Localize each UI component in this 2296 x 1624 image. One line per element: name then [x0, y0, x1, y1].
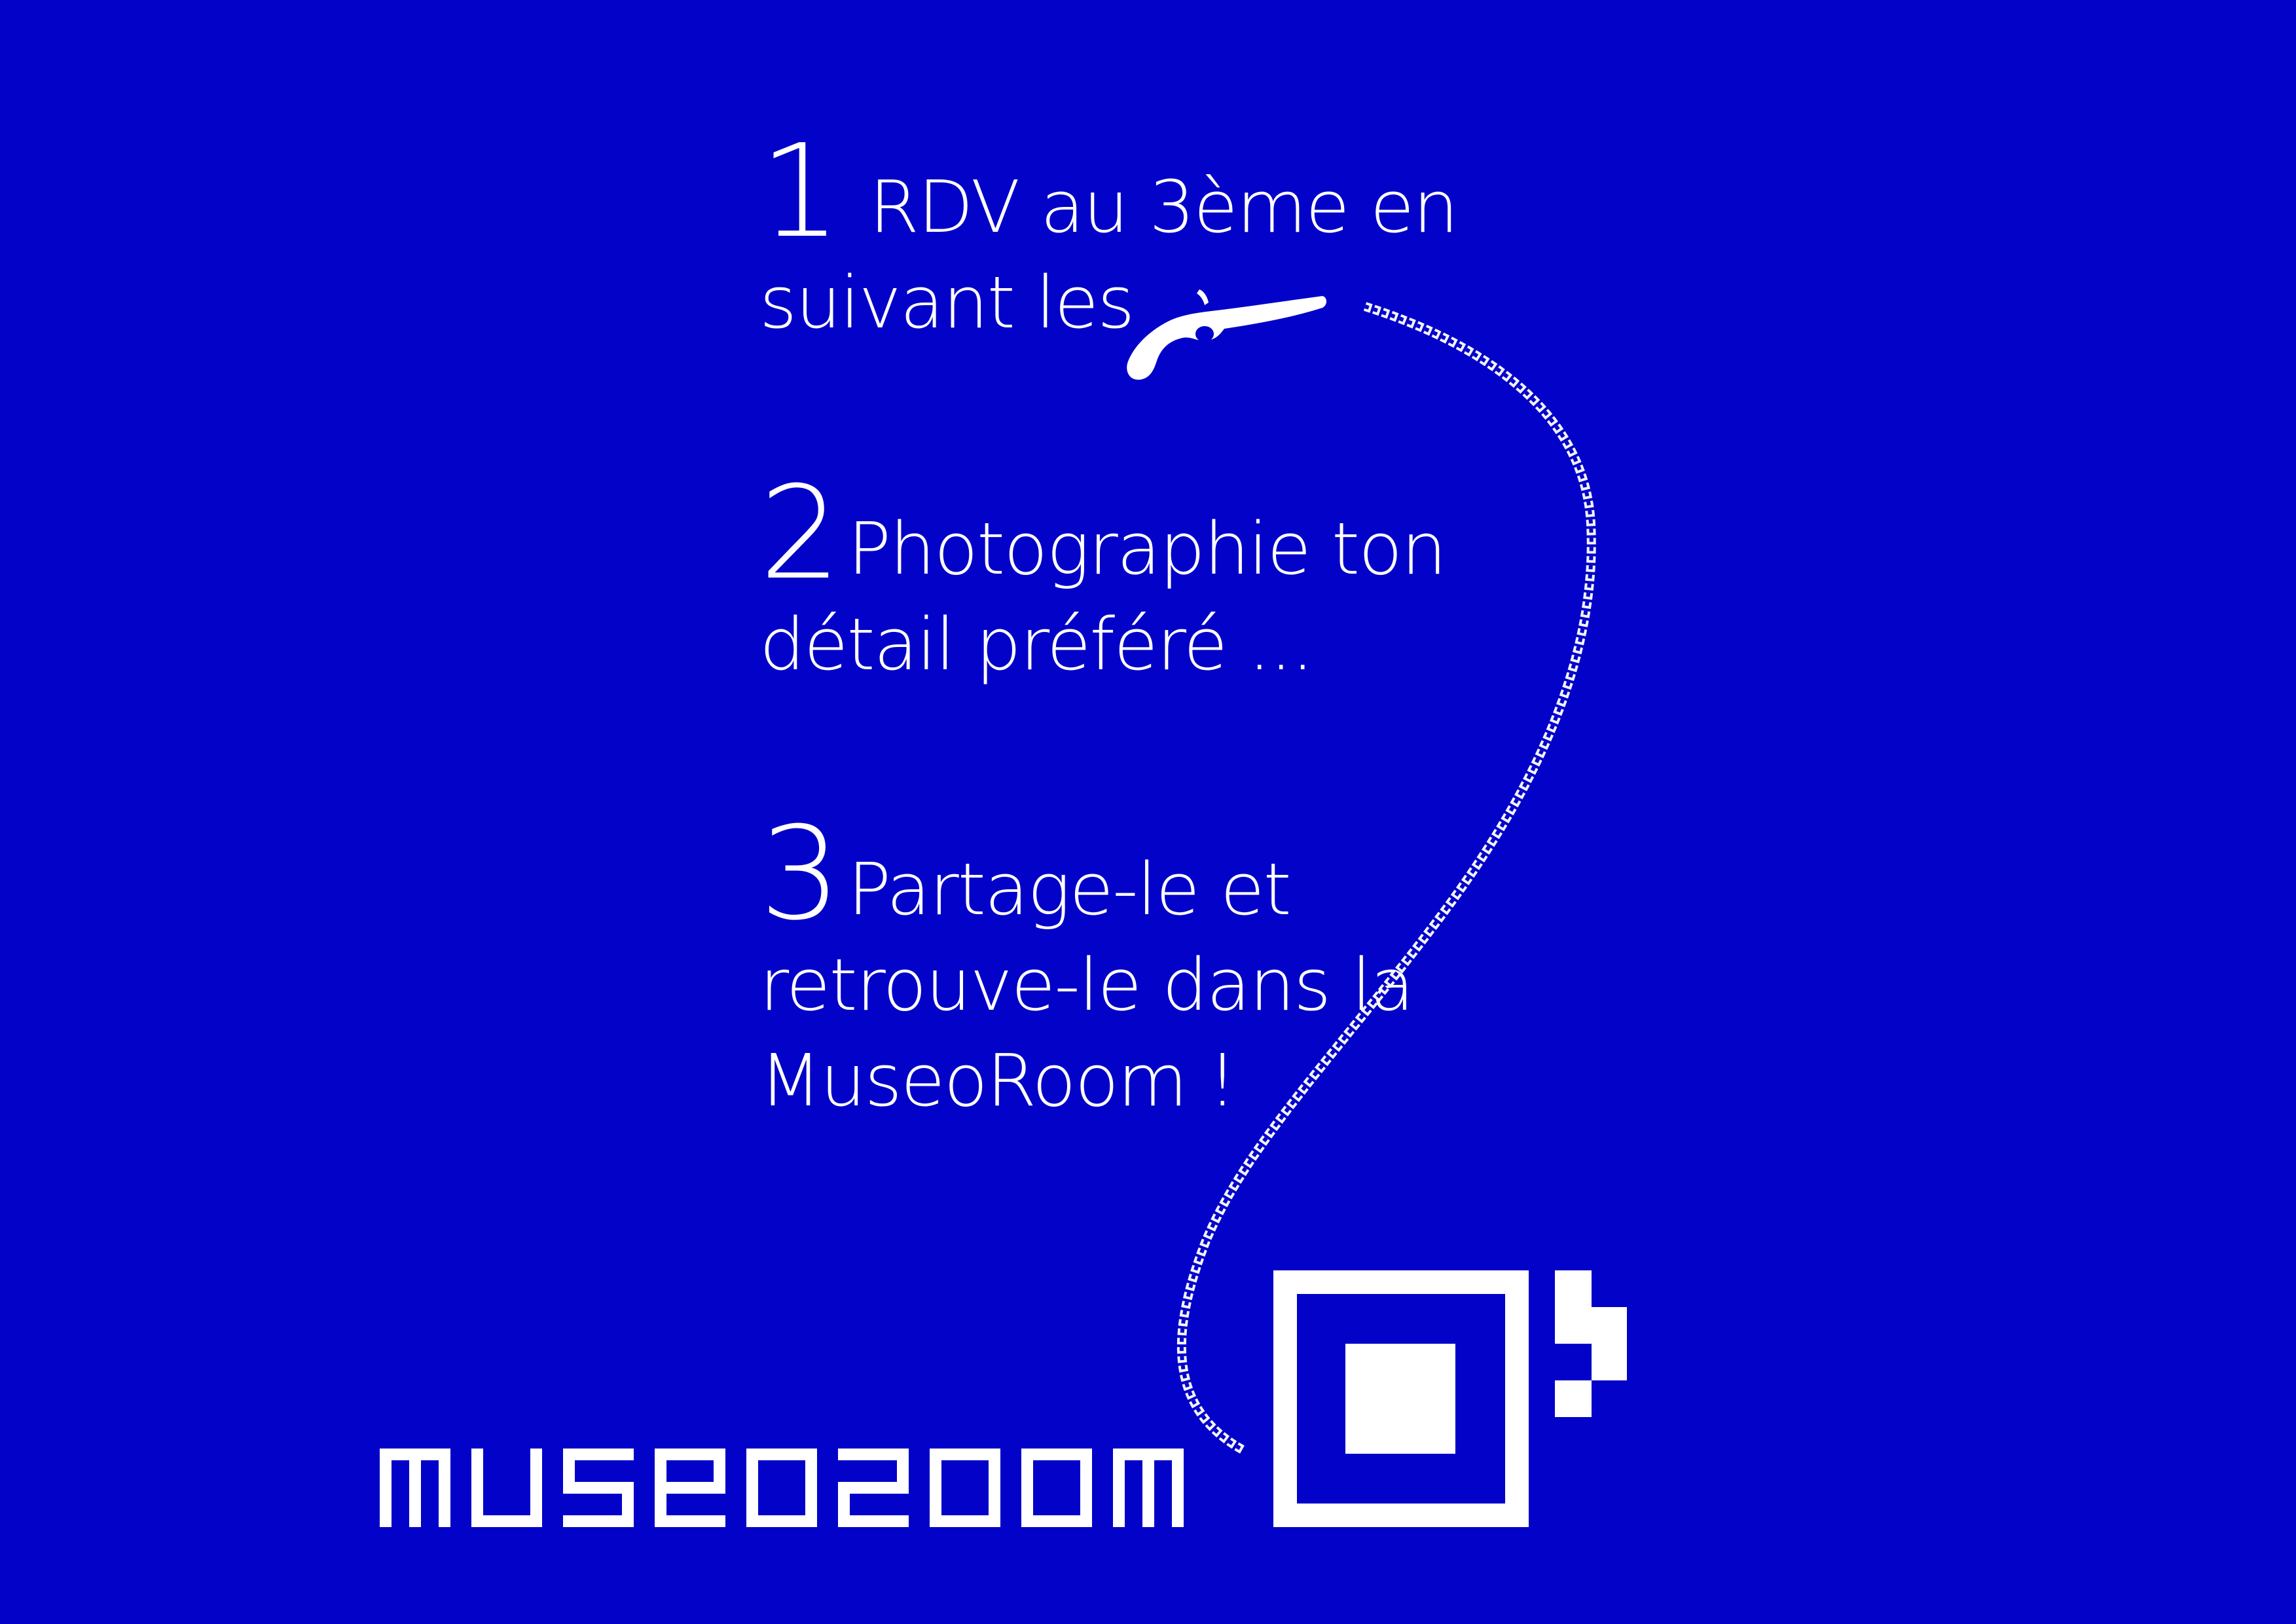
museozoom-wordmark: [380, 1449, 1184, 1527]
poster-background: 1 RDV au 3ème en suivant les 2Photograph…: [0, 0, 2296, 1624]
pixel-trail: [1176, 302, 1596, 1455]
museozoom-logo-mark: [1273, 1270, 1627, 1527]
